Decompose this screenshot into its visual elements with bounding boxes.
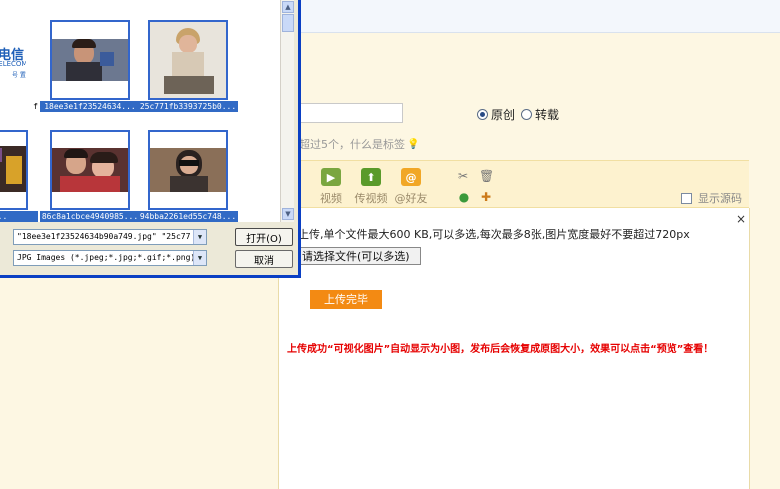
plus-icon[interactable]: ✚ (479, 190, 493, 204)
file-list[interactable]: 电信 TELECOM 号 置 f 18ee3e1f23524634... (0, 0, 280, 222)
radio-dot-unchecked[interactable] (521, 109, 532, 120)
upload-video-label: 传视频 (354, 192, 388, 205)
show-source-checkbox[interactable] (681, 192, 692, 204)
filename-field[interactable]: "18ee3e1f23524634b90a749.jpg" "25c77 ▼ (13, 229, 207, 245)
file-thumbnail[interactable] (0, 130, 28, 210)
photo-clothes (60, 176, 120, 192)
file-thumbnail[interactable] (148, 20, 228, 100)
file-thumbnail[interactable] (50, 130, 130, 210)
file-list-scrollbar[interactable]: ▲ ▼ (280, 0, 294, 222)
file-name: 18ee3e1f23524634... (40, 101, 140, 112)
photo-shirt (66, 62, 102, 81)
radio-dot-checked[interactable] (477, 109, 488, 120)
filetype-select[interactable]: JPG Images (*.jpeg;*.jpg;*.gif;*.png) ▼ (13, 250, 207, 266)
scroll-up-icon[interactable]: ▲ (282, 1, 294, 13)
cancel-button[interactable]: 取消 (235, 250, 293, 268)
tag-hint: 不超过5个，什么是标签 💡 (288, 136, 419, 152)
photo-body (172, 52, 204, 78)
file-thumbnail[interactable] (50, 20, 130, 100)
photo-hair (72, 39, 96, 48)
file-thumbnail[interactable]: 电信 TELECOM 号 置 (0, 20, 28, 100)
file-thumbnail[interactable] (148, 130, 228, 210)
trash-icon[interactable]: 🗑 (479, 169, 494, 183)
filetype-value: JPG Images (*.jpeg;*.jpg;*.gif;*.png) (17, 253, 196, 262)
scissor-icon[interactable]: ✂ (456, 169, 470, 183)
file-name: 94bba2261ed55c748... (138, 211, 238, 222)
chevron-down-icon[interactable]: ▼ (193, 251, 206, 265)
upload-done-button[interactable]: 上传完毕 (310, 290, 382, 309)
at-friend-button[interactable]: @ @好友 (388, 168, 434, 206)
file-name: 25c771fb3393725b0... (138, 101, 238, 112)
radio-repost-label: 转载 (535, 108, 560, 122)
file-name: 27785... (0, 211, 38, 222)
radio-original-label: 原创 (491, 108, 516, 122)
video-icon: ▶ (321, 168, 341, 186)
show-source-label: 显示源码 (698, 192, 742, 205)
video-label: 视频 (320, 192, 342, 205)
upload-success-message: 上传成功“可视化图片”自动显示为小图，发布后会恢复成原图大小，效果可以点击“预览… (287, 344, 714, 355)
file-name: f (33, 102, 38, 111)
photo-sunglasses (179, 160, 199, 166)
photo-phone (100, 52, 114, 66)
bulb-icon: 💡 (407, 138, 420, 150)
scroll-down-icon[interactable]: ▼ (282, 208, 294, 220)
tag-hint-text: 不超过5个，什么是标签 (288, 138, 405, 151)
telecom-logo-mini: 号 置 (12, 72, 26, 79)
file-open-dialog: 电信 TELECOM 号 置 f 18ee3e1f23524634... (0, 0, 301, 278)
filename-value: "18ee3e1f23524634b90a749.jpg" "25c77 (17, 232, 191, 241)
chevron-down-icon[interactable]: ▼ (193, 230, 206, 244)
globe-icon[interactable]: ● (457, 190, 471, 204)
photo-hair-2 (90, 152, 118, 163)
photo-legs (164, 76, 214, 94)
radio-repost[interactable]: 转载 (521, 106, 559, 123)
at-friend-label: @好友 (394, 192, 428, 205)
close-icon[interactable]: × (736, 212, 746, 226)
telecom-logo-sub: TELECOM (0, 60, 28, 68)
photo-lights (6, 156, 22, 184)
photo-face (179, 35, 197, 53)
photo-hair-1 (64, 149, 88, 158)
show-source-toggle[interactable]: 显示源码 (681, 190, 742, 206)
open-button[interactable]: 打开(O) (235, 228, 293, 246)
file-name: 86c8a1cbce4940985... (40, 211, 140, 222)
photo-coat (170, 176, 208, 192)
at-icon: @ (401, 168, 421, 186)
radio-original[interactable]: 原创 (477, 106, 515, 123)
upload-notice: 上传,单个文件最大600 KB,可以多选,每次最多8张,图片宽度最好不要超过72… (298, 228, 690, 241)
choose-files-button[interactable]: 请选择文件(可以多选) (293, 247, 421, 265)
upload-video-icon: ⬆ (361, 168, 381, 186)
scroll-thumb[interactable] (282, 14, 294, 32)
photo-sign (0, 148, 2, 162)
